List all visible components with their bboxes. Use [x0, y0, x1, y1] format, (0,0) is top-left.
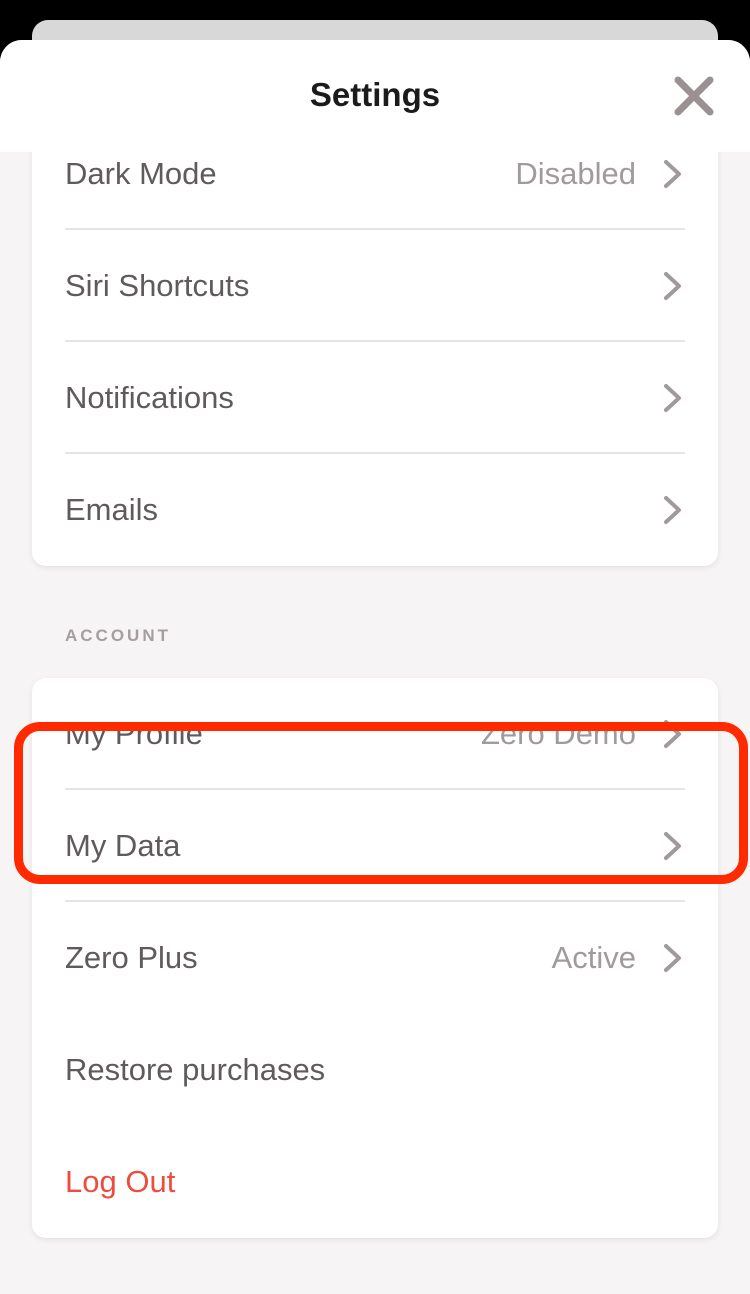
- row-my-profile[interactable]: My Profile Zero Demo: [32, 678, 718, 790]
- row-my-data[interactable]: My Data: [32, 790, 718, 902]
- zero-plus-label: Zero Plus: [65, 940, 198, 975]
- account-card: My Profile Zero Demo My Data Zero Plus A…: [32, 678, 718, 1238]
- account-section-title: ACCOUNT: [65, 626, 171, 645]
- row-restore-purchases[interactable]: Restore purchases: [32, 1014, 718, 1126]
- settings-header: Settings: [0, 40, 750, 152]
- siri-shortcuts-label: Siri Shortcuts: [65, 268, 250, 303]
- chevron-right-icon: [664, 160, 681, 188]
- zero-plus-value: Active: [551, 940, 636, 975]
- chevron-right-icon: [664, 496, 681, 524]
- my-data-label: My Data: [65, 828, 181, 863]
- row-notifications[interactable]: Notifications: [32, 342, 718, 454]
- row-zero-plus[interactable]: Zero Plus Active: [32, 902, 718, 1014]
- log-out-label: Log Out: [65, 1164, 176, 1199]
- chevron-right-icon: [664, 944, 681, 972]
- settings-sheet: Settings Dark Mode Disabled Siri Shortcu…: [0, 40, 750, 1294]
- my-profile-label: My Profile: [65, 716, 203, 751]
- chevron-right-icon: [664, 384, 681, 412]
- row-siri-shortcuts[interactable]: Siri Shortcuts: [32, 230, 718, 342]
- dark-mode-value: Disabled: [515, 156, 636, 191]
- close-icon: [674, 76, 714, 116]
- chevron-right-icon: [664, 832, 681, 860]
- chevron-right-icon: [664, 272, 681, 300]
- notifications-label: Notifications: [65, 380, 234, 415]
- row-emails[interactable]: Emails: [32, 454, 718, 566]
- chevron-right-icon: [664, 720, 681, 748]
- page-title: Settings: [309, 76, 441, 113]
- dark-mode-label: Dark Mode: [65, 156, 217, 191]
- close-button[interactable]: [670, 72, 718, 120]
- emails-label: Emails: [65, 492, 159, 527]
- restore-purchases-label: Restore purchases: [65, 1052, 326, 1087]
- my-profile-value: Zero Demo: [480, 716, 636, 751]
- row-log-out[interactable]: Log Out: [32, 1126, 718, 1238]
